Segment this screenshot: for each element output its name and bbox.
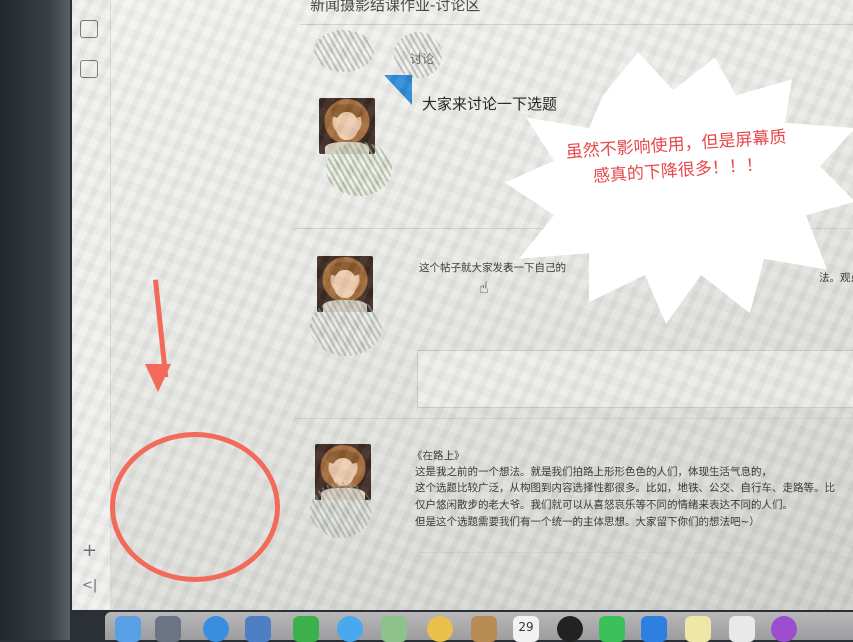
category-badge: [384, 75, 412, 105]
header-divider: [300, 24, 853, 25]
contacts-icon[interactable]: [471, 616, 497, 642]
reply-title: 《在路上》: [412, 450, 465, 462]
wechat-icon[interactable]: [599, 616, 625, 642]
finder-icon[interactable]: [115, 616, 141, 642]
messages-icon[interactable]: [337, 616, 363, 642]
dice-icon[interactable]: [80, 20, 98, 38]
post-text-continued: 法。观点和: [819, 272, 853, 284]
post-text: 这个帖子就大家发表一下自己的: [419, 262, 566, 274]
thread-title[interactable]: 大家来讨论一下选题: [422, 93, 557, 114]
laptop-bezel: [0, 0, 70, 640]
mouse-pointer-icon: ☝: [479, 278, 489, 297]
privacy-scribble: [326, 142, 392, 196]
itunes-icon[interactable]: [729, 616, 755, 642]
podcasts-icon[interactable]: [771, 616, 797, 642]
launchpad-icon[interactable]: [155, 616, 181, 642]
privacy-scribble: [310, 482, 372, 538]
document-icon[interactable]: [80, 60, 98, 78]
calendar-day-label: 29: [518, 620, 534, 634]
facetime-icon[interactable]: [293, 616, 319, 642]
reply-body-line: 仅户悠闲散步的老大爷。我们就可以从喜怒哀乐等不同的情绪来表达不同的人们。: [415, 499, 793, 511]
page-title: 新闻摄影结课作业-讨论区: [310, 0, 481, 14]
notes-icon[interactable]: [685, 616, 711, 642]
reply-body-line: 这个选题比较广泛，从构图到内容选择性都很多。比如，地铁、公交、自行车、走路等。比: [415, 482, 835, 494]
left-sidebar: + <|: [72, 0, 111, 610]
annotation-arrow-head: [145, 364, 171, 392]
safari-icon[interactable]: [203, 616, 229, 642]
mail-icon[interactable]: [245, 616, 271, 642]
annotation-circle: [110, 432, 280, 582]
collapse-sidebar-icon[interactable]: <|: [82, 578, 97, 593]
privacy-scribble: [310, 298, 382, 356]
post-divider: [294, 418, 853, 419]
qq-icon[interactable]: [557, 616, 583, 642]
reply-body-line: 但是这个选题需要我们有一个统一的主体思想。大家留下你们的想法吧~）: [415, 516, 760, 528]
photos-icon[interactable]: [427, 616, 453, 642]
dock: [105, 612, 853, 642]
maps-icon[interactable]: [381, 616, 407, 642]
xcode-icon[interactable]: [641, 616, 667, 642]
reply-input[interactable]: [417, 350, 853, 408]
category-tag-label: 讨论: [410, 52, 435, 66]
privacy-scribble: [314, 30, 374, 72]
post-divider: [417, 552, 853, 553]
reply-body-line: 这是我之前的一个想法。就是我们拍路上形形色色的人们，体现生活气息的，: [415, 466, 772, 478]
add-icon[interactable]: +: [82, 540, 97, 561]
